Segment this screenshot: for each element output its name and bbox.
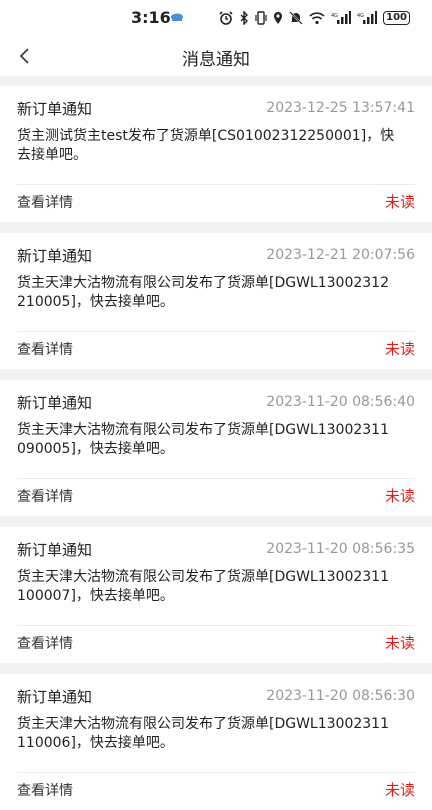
message-time: 2023-11-20 08:56:40 <box>266 394 415 410</box>
message-card[interactable]: 新订单通知 2023-12-25 13:57:41 货主测试货主test发布了货… <box>0 86 432 222</box>
message-card[interactable]: 新订单通知 2023-11-20 08:56:35 货主天津大沽物流有限公司发布… <box>0 527 432 663</box>
message-card[interactable]: 新订单通知 2023-12-21 20:07:56 货主天津大沽物流有限公司发布… <box>0 233 432 369</box>
signal-icon: 4G <box>331 11 352 24</box>
battery-icon: 100 <box>383 11 410 25</box>
unread-badge: 未读 <box>384 487 415 505</box>
nav-bar: 消息通知 <box>0 36 432 76</box>
location-icon <box>274 12 283 24</box>
unread-badge: 未读 <box>384 193 415 211</box>
vibrate-icon <box>255 11 267 25</box>
message-list: 新订单通知 2023-12-25 13:57:41 货主测试货主test发布了货… <box>0 76 432 810</box>
cloud-sync-icon <box>171 13 183 21</box>
bluetooth-icon <box>240 11 249 25</box>
message-title: 新订单通知 <box>17 99 93 118</box>
status-icons: 4G 4G 100 <box>219 10 410 26</box>
svg-text:4G: 4G <box>357 13 364 19</box>
message-time: 2023-12-25 13:57:41 <box>266 100 415 116</box>
back-button[interactable] <box>8 40 40 72</box>
message-card[interactable]: 新订单通知 2023-11-20 08:56:40 货主天津大沽物流有限公司发布… <box>0 380 432 516</box>
wifi-icon <box>309 12 325 25</box>
message-time: 2023-11-20 08:56:30 <box>266 688 415 704</box>
divider <box>17 478 415 479</box>
divider <box>17 625 415 626</box>
message-body: 货主天津大沽物流有限公司发布了货源单[DGWL13002311110006]，快… <box>17 716 389 751</box>
divider <box>17 184 415 185</box>
alarm-icon <box>219 11 233 25</box>
status-time: 3:16 <box>131 8 171 27</box>
signal-icon-2: 4G <box>357 11 378 24</box>
svg-text:4G: 4G <box>331 13 338 19</box>
unread-badge: 未读 <box>384 781 415 799</box>
view-details-link[interactable]: 查看详情 <box>17 486 73 506</box>
view-details-link[interactable]: 查看详情 <box>17 633 73 653</box>
message-time: 2023-11-20 08:56:35 <box>266 541 415 557</box>
message-time: 2023-12-21 20:07:56 <box>266 247 415 263</box>
mute-icon <box>289 11 303 25</box>
unread-badge: 未读 <box>384 634 415 652</box>
message-title: 新订单通知 <box>17 540 93 559</box>
message-body: 货主测试货主test发布了货源单[CS01002312250001]，快去接单吧… <box>17 128 395 163</box>
message-body: 货主天津大沽物流有限公司发布了货源单[DGWL13002312210005]，快… <box>17 275 389 310</box>
view-details-link[interactable]: 查看详情 <box>17 192 73 212</box>
message-card[interactable]: 新订单通知 2023-11-20 08:56:30 货主天津大沽物流有限公司发布… <box>0 674 432 810</box>
divider <box>17 331 415 332</box>
message-body: 货主天津大沽物流有限公司发布了货源单[DGWL13002311090005]，快… <box>17 422 389 457</box>
view-details-link[interactable]: 查看详情 <box>17 339 73 359</box>
message-title: 新订单通知 <box>17 687 93 706</box>
page-title: 消息通知 <box>182 50 250 70</box>
message-title: 新订单通知 <box>17 246 93 265</box>
message-body: 货主天津大沽物流有限公司发布了货源单[DGWL13002311100007]，快… <box>17 569 389 604</box>
chevron-left-icon <box>19 48 29 64</box>
status-bar: 3:16 4G 4G 100 <box>0 0 432 36</box>
view-details-link[interactable]: 查看详情 <box>17 780 73 800</box>
unread-badge: 未读 <box>384 340 415 358</box>
message-title: 新订单通知 <box>17 393 93 412</box>
divider <box>17 772 415 773</box>
